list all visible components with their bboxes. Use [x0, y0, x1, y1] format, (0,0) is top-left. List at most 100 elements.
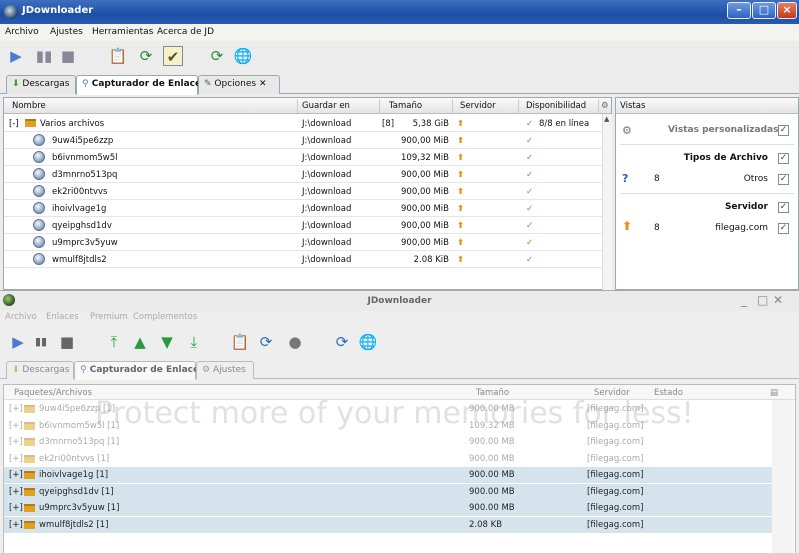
- tab-capturador[interactable]: ⚲ Capturador de Enlaces: [76, 75, 206, 95]
- package-row[interactable]: [+] wmulf8jtdls2 [1] 2.08 KB [filegag.com]: [4, 516, 772, 533]
- refresh-icon[interactable]: ⟳: [332, 332, 352, 352]
- file-row[interactable]: 9uw4i5pe6zzp J:\download 900,00 MiB ⬆ ✓: [4, 132, 604, 149]
- column-settings-icon[interactable]: ⚙: [601, 101, 609, 111]
- package-row[interactable]: [+] u9mprc3v5yuw [1] 900.00 MB [filegag.com…: [4, 500, 772, 516]
- globe-icon[interactable]: 🌐: [358, 332, 378, 352]
- package-count: [8]: [382, 119, 395, 129]
- package-row[interactable]: [+] b6ivnmom5w5l [1] 109.32 MB [filegag.com…: [4, 418, 772, 434]
- menu-herramientas[interactable]: Herramientas: [92, 27, 153, 37]
- expand-toggle[interactable]: [+]: [9, 421, 23, 431]
- menu-ajustes[interactable]: Ajustes: [50, 27, 83, 37]
- col-disponibilidad[interactable]: Disponibilidad: [526, 101, 586, 111]
- file-row[interactable]: ek2ri00ntvvs J:\download 900,00 MiB ⬆ ✓: [4, 183, 604, 200]
- gear-icon: ⚙: [622, 124, 632, 137]
- close-tab-icon[interactable]: ✕: [259, 79, 267, 89]
- package-row[interactable]: [+] d3mnrno513pq [1] 900.00 MB [filegag.com…: [4, 434, 772, 450]
- reconnect-icon[interactable]: ⟳: [256, 332, 276, 352]
- tab-ajustes[interactable]: ⚙ Ajustes: [196, 361, 254, 379]
- reconnect-icon[interactable]: ⟳: [136, 46, 156, 66]
- col-servidor[interactable]: Servidor: [460, 101, 496, 111]
- menu-enlaces[interactable]: Enlaces: [46, 312, 79, 322]
- package-icon: [24, 421, 35, 430]
- expand-toggle[interactable]: [+]: [9, 454, 23, 464]
- clipboard-icon[interactable]: 📋: [230, 332, 250, 352]
- menu-archivo[interactable]: Archivo: [5, 312, 37, 322]
- col-servidor[interactable]: Servidor: [594, 388, 630, 398]
- host-arrow-icon: ⬆: [457, 238, 465, 248]
- file-row[interactable]: d3mnrno513pq J:\download 900,00 MiB ⬆ ✓: [4, 166, 604, 183]
- vertical-scrollbar[interactable]: [772, 400, 794, 553]
- maximize-button[interactable]: □: [757, 293, 768, 307]
- col-nombre[interactable]: Nombre: [12, 101, 46, 111]
- play-icon[interactable]: ▶: [8, 332, 28, 352]
- clipboard-observer-icon[interactable]: ✔: [163, 46, 183, 66]
- menu-premium[interactable]: Premium: [90, 312, 128, 322]
- stop-icon[interactable]: ■: [58, 46, 78, 66]
- package-row[interactable]: [+] 9uw4i5pe6zzp [1] 900.00 MB [filegag.com…: [4, 401, 772, 417]
- expand-toggle[interactable]: [+]: [9, 487, 23, 497]
- tab-descargas[interactable]: ⬇ Descargas: [6, 75, 76, 94]
- tab-bar: ⬇ Descargas ⚲ Capturador de Enlaces ✎ Op…: [0, 72, 799, 95]
- column-settings-icon[interactable]: ▤: [770, 388, 778, 398]
- refresh-icon[interactable]: ⟳: [207, 46, 227, 66]
- tab-opciones[interactable]: ✎ Opciones ✕: [198, 75, 280, 94]
- minimize-button[interactable]: _: [741, 293, 747, 307]
- col-tamano[interactable]: Tamaño: [476, 388, 509, 398]
- search-icon: ⚲: [82, 79, 89, 89]
- move-top-icon[interactable]: ⤒: [104, 332, 124, 352]
- globe-icon[interactable]: 🌐: [233, 46, 253, 66]
- stop-icon[interactable]: ■: [57, 332, 77, 352]
- file-name: ek2ri00ntvvs: [52, 187, 108, 197]
- pause-icon[interactable]: ▮▮: [31, 332, 51, 352]
- move-up-icon[interactable]: ▲: [130, 332, 150, 352]
- menu-complementos[interactable]: Complementos: [133, 312, 197, 322]
- expand-toggle[interactable]: [+]: [9, 503, 23, 513]
- expand-toggle[interactable]: [+]: [9, 520, 23, 530]
- col-estado[interactable]: Estado: [654, 388, 683, 398]
- package-row[interactable]: [+] ek2ri00ntvvs [1] 900.00 MB [filegag.com…: [4, 451, 772, 467]
- file-row[interactable]: qyeipghsd1dv J:\download 900,00 MiB ⬆ ✓: [4, 217, 604, 234]
- clipboard-icon[interactable]: 📋: [108, 46, 128, 66]
- expand-toggle[interactable]: [+]: [9, 404, 23, 414]
- other-checkbox[interactable]: ✓: [778, 174, 789, 185]
- package-row[interactable]: [+] qyeipghsd1dv [1] 900.00 MB [filegag.com…: [4, 483, 772, 500]
- server-checkbox[interactable]: ✓: [778, 202, 789, 213]
- col-guardar[interactable]: Guardar en: [302, 101, 350, 111]
- minimize-button[interactable]: –: [727, 2, 751, 19]
- menu-acerca[interactable]: Acerca de JD: [157, 27, 214, 37]
- pause-icon[interactable]: ▮▮: [34, 46, 54, 66]
- file-types-checkbox[interactable]: ✓: [778, 153, 789, 164]
- package-row[interactable]: [+] ihoivlvage1g [1] 900.00 MB [filegag.com…: [4, 467, 772, 483]
- col-tamano[interactable]: Tamaño: [389, 101, 422, 111]
- window-title: JDownloader: [22, 5, 94, 16]
- file-path: J:\download: [302, 255, 352, 265]
- maximize-button[interactable]: □: [752, 2, 776, 19]
- expand-toggle[interactable]: [+]: [9, 470, 23, 480]
- other-label: Otros: [743, 174, 768, 184]
- tab-descargas[interactable]: ⬇ Descargas: [6, 361, 74, 379]
- tab-ajustes-label: Ajustes: [212, 365, 246, 375]
- vertical-scrollbar[interactable]: ▲: [602, 114, 612, 290]
- premium-icon[interactable]: ●: [285, 332, 305, 352]
- file-row[interactable]: wmulf8jtdls2 J:\download 2.08 KiB ⬆ ✓: [4, 251, 604, 268]
- col-paquetes[interactable]: Paquetes/Archivos: [14, 388, 92, 398]
- file-row[interactable]: ihoivlvage1g J:\download 900,00 MiB ⬆ ✓: [4, 200, 604, 217]
- package-row[interactable]: [-] Varios archivos J:\download [8] 5,38…: [4, 115, 604, 132]
- custom-views-checkbox[interactable]: ✓: [778, 125, 789, 136]
- play-icon[interactable]: ▶: [6, 46, 26, 66]
- move-bottom-icon[interactable]: ⤓: [184, 332, 204, 352]
- move-down-icon[interactable]: ▼: [157, 332, 177, 352]
- collapse-toggle[interactable]: [-]: [9, 119, 19, 129]
- menu-archivo[interactable]: Archivo: [5, 27, 39, 37]
- file-name: 9uw4i5pe6zzp: [52, 136, 114, 146]
- file-row[interactable]: u9mprc3v5yuw J:\download 900,00 MiB ⬆ ✓: [4, 234, 604, 251]
- tab-capturador[interactable]: ⚲ Capturador de Enlaces: [74, 361, 204, 380]
- file-path: J:\download: [302, 204, 352, 214]
- scroll-up-icon[interactable]: ▲: [604, 115, 609, 123]
- close-button[interactable]: ×: [777, 2, 797, 19]
- host-checkbox[interactable]: ✓: [778, 223, 789, 234]
- file-types-label: Tipos de Archivo: [683, 153, 768, 163]
- expand-toggle[interactable]: [+]: [9, 437, 23, 447]
- close-button[interactable]: ✕: [773, 293, 783, 307]
- file-row[interactable]: b6ivnmom5w5l J:\download 109,32 MiB ⬆ ✓: [4, 149, 604, 166]
